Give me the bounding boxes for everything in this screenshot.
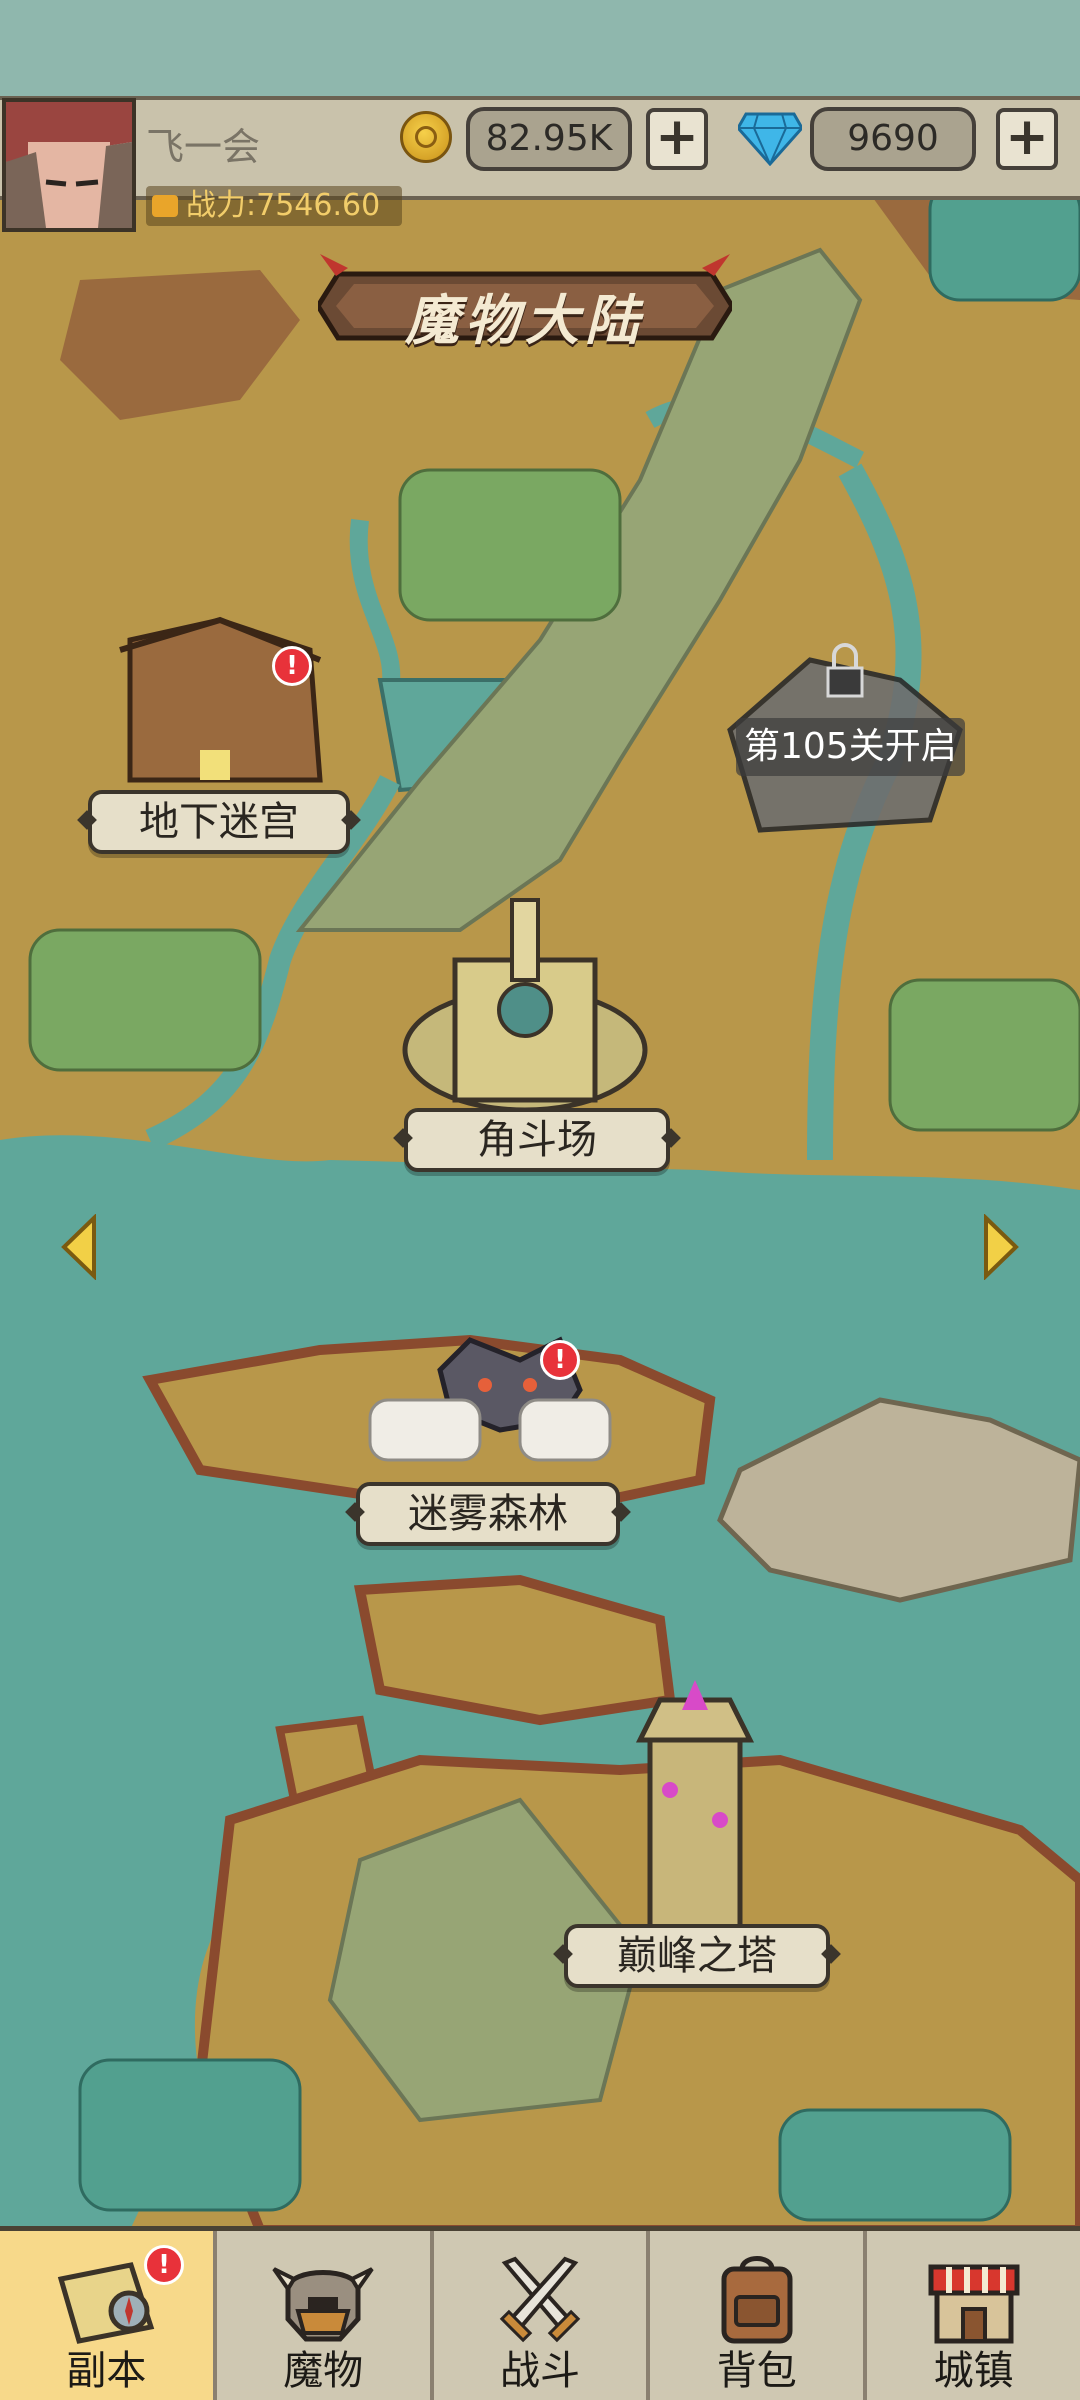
nav-monster[interactable]: 魔物	[216, 2231, 434, 2400]
player-avatar[interactable]	[2, 98, 136, 232]
location-underground-maze[interactable]: 地下迷宫	[88, 790, 350, 854]
combat-power: 战力:7546.60	[146, 186, 403, 226]
location-arena[interactable]: 角斗场	[404, 1108, 670, 1172]
map-next-arrow-icon[interactable]	[982, 1214, 1022, 1280]
gold-amount: 82.95K	[466, 107, 632, 171]
player-portrait-icon	[6, 102, 132, 228]
underground-maze-building	[119, 616, 323, 783]
location-misty-forest[interactable]: 迷雾森林	[356, 1482, 620, 1546]
nav-dungeon-alert-badge: !	[144, 2245, 184, 2285]
crossed-swords-icon	[499, 2256, 581, 2343]
add-gold-button[interactable]: +	[646, 108, 708, 170]
maze-alert-badge: !	[272, 646, 312, 686]
nav-battle[interactable]: 战斗	[433, 2231, 651, 2400]
nav-dungeon[interactable]: ! 副本	[0, 2231, 217, 2400]
add-gems-button[interactable]: +	[996, 108, 1058, 170]
nav-town-label: 城镇	[933, 2348, 1014, 2394]
shop-icon	[928, 2264, 1020, 2344]
nav-monster-label: 魔物	[283, 2348, 364, 2394]
gold-coin-icon	[400, 111, 452, 163]
nav-battle-label: 战斗	[499, 2348, 580, 2394]
location-peak-tower[interactable]: 巅峰之塔	[564, 1924, 830, 1988]
locked-location-label[interactable]: 第105关开启	[736, 718, 965, 776]
gem-amount: 9690	[810, 107, 976, 171]
nav-dungeon-label: 副本	[66, 2348, 147, 2394]
map-prev-arrow-icon[interactable]	[58, 1214, 98, 1280]
backpack-icon	[721, 2256, 793, 2344]
player-name: 飞一会	[146, 125, 261, 169]
monster-helmet-icon	[272, 2267, 374, 2342]
diamond-icon	[738, 112, 802, 166]
power-icon	[152, 195, 178, 217]
nav-town[interactable]: 城镇	[867, 2231, 1080, 2400]
forest-alert-badge: !	[540, 1340, 580, 1380]
nav-backpack-label: 背包	[716, 2348, 797, 2394]
combat-power-value: 战力:7546.60	[186, 188, 381, 223]
map-title: 魔物大陆	[405, 289, 645, 352]
nav-backpack[interactable]: 背包	[650, 2231, 868, 2400]
bottom-nav: ! 副本 魔物 战斗 背包 城镇	[0, 2226, 1080, 2400]
world-map	[0, 0, 1080, 2235]
